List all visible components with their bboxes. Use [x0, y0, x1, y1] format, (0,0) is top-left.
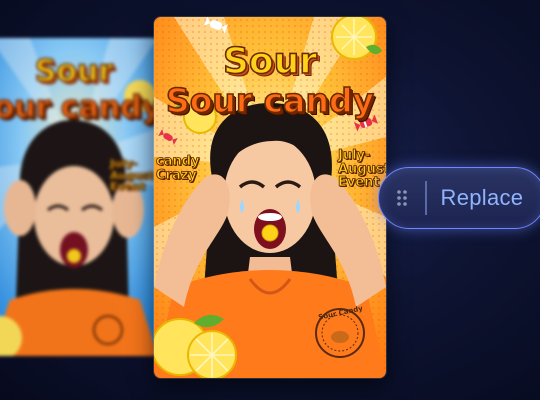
tag-line: July- [338, 148, 371, 163]
poster-back-title-line1: Sour [34, 53, 114, 90]
tag-line: Event [110, 180, 146, 194]
tag-line: Crazy [156, 167, 198, 183]
poster-left-tag: candy Crazy [156, 154, 200, 183]
poster-back-thumbnail[interactable]: Sour Sour candy July- August Event [0, 38, 158, 356]
poster-back-right-tag: July- August Event [110, 157, 155, 194]
poster-title-line1: Sour [222, 40, 318, 83]
pill-divider [425, 181, 427, 215]
replace-button-label[interactable]: Replace [441, 185, 524, 211]
replace-button[interactable]: Replace [378, 167, 540, 229]
drag-handle-icon[interactable] [379, 168, 425, 228]
tag-line: candy [156, 154, 200, 169]
canvas-stage: Sour Sour candy July- August Event [0, 0, 540, 400]
poster-back-title-line2: Sour candy [0, 89, 158, 126]
poster-front-selected[interactable]: Sour Sour candy candy Crazy July- August… [154, 17, 386, 378]
tag-line: July- [110, 157, 138, 170]
poster-title-line2: Sour candy [165, 80, 375, 121]
